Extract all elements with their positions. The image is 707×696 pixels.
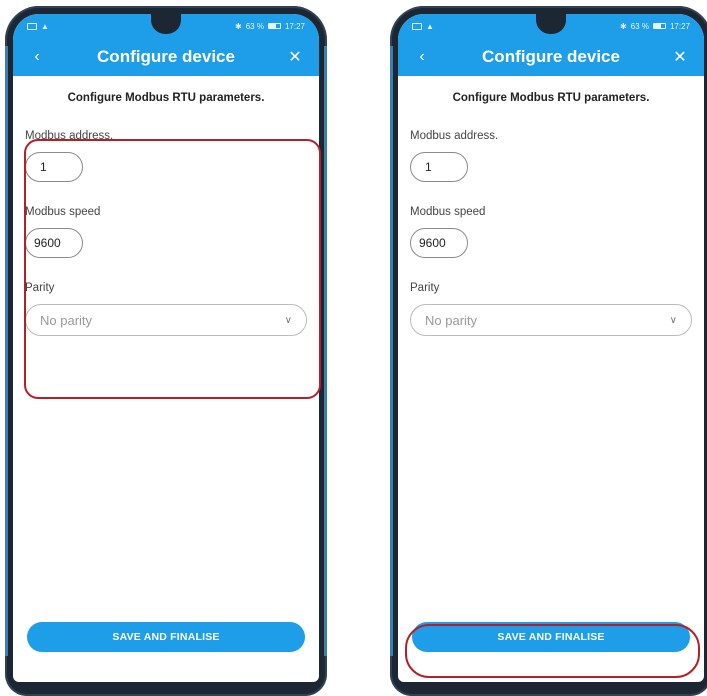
signal-icon: ▲ — [426, 21, 434, 31]
phone-edge — [5, 46, 8, 656]
form-content: Configure Modbus RTU parameters. Modbus … — [13, 92, 319, 336]
sim-icon — [412, 22, 422, 30]
phone-left: ▲ ✱ 63 % 17:27 ‹ Configure device ✕ Conf… — [5, 6, 327, 696]
battery-icon — [267, 23, 281, 29]
save-and-finalise-button[interactable]: SAVE AND FINALISE — [412, 622, 690, 652]
parity-label: Parity — [410, 282, 440, 294]
phone-edge — [390, 46, 393, 656]
address-input[interactable]: 1 — [25, 152, 83, 182]
address-input[interactable]: 1 — [410, 152, 468, 182]
app-bar: ‹ Configure device ✕ — [398, 38, 704, 76]
page-title: Configure device — [482, 47, 620, 66]
phone-screen: ▲ ✱ 63 % 17:27 ‹ Configure device ✕ Conf… — [398, 14, 704, 682]
status-bar: ▲ ✱ 63 % 17:27 — [398, 14, 704, 38]
status-time: 17:27 — [669, 21, 690, 31]
back-icon[interactable]: ‹ — [27, 48, 47, 66]
page-title: Configure device — [97, 47, 235, 66]
status-time: 17:27 — [284, 21, 305, 31]
status-bar: ▲ ✱ 63 % 17:27 — [13, 14, 319, 38]
battery-percent: 63 % — [630, 21, 649, 31]
chevron-down-icon: ∨ — [284, 314, 292, 326]
bluetooth-icon: ✱ — [620, 21, 627, 31]
form-heading: Configure Modbus RTU parameters. — [67, 92, 265, 104]
phone-right: ▲ ✱ 63 % 17:27 ‹ Configure device ✕ Conf… — [390, 6, 707, 696]
parity-select[interactable]: No parity ∨ — [410, 304, 692, 336]
close-icon[interactable]: ✕ — [285, 47, 305, 67]
signal-icon: ▲ — [41, 21, 49, 31]
phone-edge — [324, 46, 327, 656]
battery-icon — [652, 23, 666, 29]
camera-notch — [536, 14, 566, 34]
sim-icon — [27, 22, 37, 30]
close-icon[interactable]: ✕ — [670, 47, 690, 67]
battery-percent: 63 % — [245, 21, 264, 31]
camera-notch — [151, 14, 181, 34]
chevron-down-icon: ∨ — [669, 314, 677, 326]
parity-label: Parity — [25, 282, 55, 294]
form-heading: Configure Modbus RTU parameters. — [452, 92, 650, 104]
form-content: Configure Modbus RTU parameters. Modbus … — [398, 92, 704, 336]
address-label: Modbus address. — [25, 130, 114, 142]
parity-value: No parity — [425, 312, 478, 328]
phone-screen: ▲ ✱ 63 % 17:27 ‹ Configure device ✕ Conf… — [13, 14, 319, 682]
parity-select[interactable]: No parity ∨ — [25, 304, 307, 336]
app-bar: ‹ Configure device ✕ — [13, 38, 319, 76]
back-icon[interactable]: ‹ — [412, 48, 432, 66]
bluetooth-icon: ✱ — [235, 21, 242, 31]
speed-input[interactable]: 9600 — [410, 228, 468, 258]
parity-value: No parity — [40, 312, 93, 328]
save-and-finalise-button[interactable]: SAVE AND FINALISE — [27, 622, 305, 652]
speed-input[interactable]: 9600 — [25, 228, 83, 258]
speed-label: Modbus speed — [410, 206, 486, 218]
address-label: Modbus address. — [410, 130, 499, 142]
speed-label: Modbus speed — [25, 206, 101, 218]
